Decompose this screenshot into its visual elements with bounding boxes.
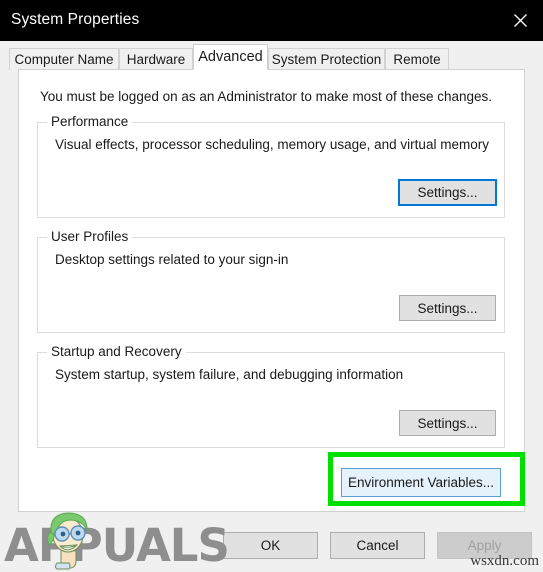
startup-recovery-group: Startup and Recovery System startup, sys… <box>37 344 505 448</box>
tab-label: Hardware <box>126 52 186 67</box>
ok-label: OK <box>260 538 281 553</box>
user-profiles-settings-label: Settings... <box>417 300 478 316</box>
startup-recovery-settings-label: Settings... <box>417 415 478 431</box>
startup-recovery-settings-button[interactable]: Settings... <box>399 410 496 436</box>
tab-label: System Protection <box>271 52 382 67</box>
performance-settings-button[interactable]: Settings... <box>398 179 497 206</box>
window-title: System Properties <box>11 11 140 28</box>
dialog-footer: OK Cancel Apply <box>0 512 543 572</box>
performance-group: Performance Visual effects, processor sc… <box>37 114 505 218</box>
user-profiles-settings-button[interactable]: Settings... <box>399 295 496 321</box>
wsxdn-watermark: wsxdn.com <box>470 553 539 569</box>
tab-hardware[interactable]: Hardware <box>119 48 193 70</box>
performance-settings-label: Settings... <box>417 185 478 200</box>
tab-system-protection[interactable]: System Protection <box>268 48 385 70</box>
cancel-label: Cancel <box>356 538 399 553</box>
cancel-button[interactable]: Cancel <box>330 532 425 559</box>
tab-advanced[interactable]: Advanced <box>193 44 268 70</box>
tab-remote[interactable]: Remote <box>385 48 449 70</box>
performance-description: Visual effects, processor scheduling, me… <box>55 137 489 152</box>
tab-label: Remote <box>393 52 441 67</box>
tab-computer-name[interactable]: Computer Name <box>9 48 119 70</box>
tab-label: Advanced <box>198 49 263 65</box>
close-icon[interactable] <box>497 0 543 41</box>
title-bar: System Properties <box>0 0 543 41</box>
ok-button[interactable]: OK <box>223 532 318 559</box>
startup-recovery-description: System startup, system failure, and debu… <box>55 367 404 382</box>
tab-label: Computer Name <box>14 52 114 67</box>
user-profiles-description: Desktop settings related to your sign-in <box>55 252 289 267</box>
user-profiles-group-legend: User Profiles <box>47 229 133 244</box>
startup-recovery-group-legend: Startup and Recovery <box>47 344 186 359</box>
apply-label: Apply <box>467 538 502 553</box>
user-profiles-group: User Profiles Desktop settings related t… <box>37 229 505 333</box>
tab-strip: Computer Name Hardware Advanced System P… <box>0 41 543 70</box>
system-properties-window: System Properties Computer Name Hardware… <box>0 0 543 572</box>
administrator-note: You must be logged on as an Administrato… <box>40 89 493 104</box>
performance-group-legend: Performance <box>47 114 133 129</box>
advanced-tab-panel: You must be logged on as an Administrato… <box>18 69 525 512</box>
environment-variables-highlight-annotation <box>328 452 525 506</box>
